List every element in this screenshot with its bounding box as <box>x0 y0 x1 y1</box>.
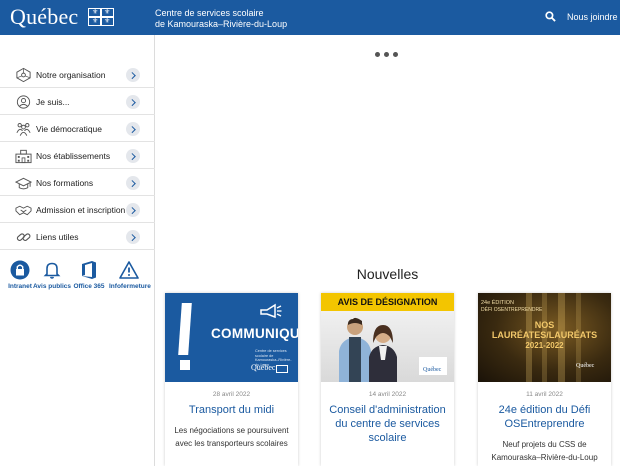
person-icon <box>16 95 31 109</box>
quick-link-office-365[interactable]: Office 365 <box>69 259 109 290</box>
chevron-right-icon <box>126 95 140 109</box>
chevron-right-icon <box>126 176 140 190</box>
news-card-title[interactable]: 24e édition du Défi OSEntreprendre <box>484 403 605 431</box>
sidebar-item-label: Admission et inscription <box>36 205 126 215</box>
search-icon[interactable] <box>545 11 556 22</box>
news-card-date: 11 avril 2022 <box>526 391 563 398</box>
sidebar-item-je-suis[interactable]: Je suis... <box>0 89 155 115</box>
network-icon <box>16 67 31 83</box>
bell-icon <box>43 262 61 279</box>
news-card-conseil[interactable]: AVIS DE DÉSIGNATION Québec 14 avril 2022… <box>321 293 454 466</box>
sidebar-item-vie-democratique[interactable]: Vie démocratique <box>0 116 155 142</box>
quick-link-infofermeture[interactable]: Infofermeture <box>109 259 151 290</box>
news-card-image: COMMUNIQUÉ Centre de services scolaire d… <box>165 293 298 382</box>
news-card-osentreprendre[interactable]: 24e ÉDITION DÉFI OSENTREPRENDRE NOS LAUR… <box>478 293 611 466</box>
graduation-cap-icon <box>15 177 32 190</box>
chevron-right-icon <box>126 203 140 217</box>
sidebar-item-admission-inscription[interactable]: Admission et inscription <box>0 197 155 223</box>
office-icon <box>82 261 96 279</box>
sidebar-item-notre-organisation[interactable]: Notre organisation <box>0 62 155 88</box>
sidebar-item-nos-formations[interactable]: Nos formations <box>0 170 155 196</box>
sidebar-item-label: Je suis... <box>36 97 70 107</box>
building-icon <box>15 149 32 164</box>
news-card-image: 24e ÉDITION DÉFI OSENTREPRENDRE NOS LAUR… <box>478 293 611 382</box>
chevron-right-icon <box>126 230 140 244</box>
sidebar-item-label: Liens utiles <box>36 232 79 242</box>
fleur-de-lis-flag-icon: ⚜ ⚜ ⚜ ⚜ <box>88 8 114 26</box>
sidebar-item-liens-utiles[interactable]: Liens utiles <box>0 224 155 250</box>
news-card-date: 28 avril 2022 <box>212 391 251 398</box>
chevron-right-icon <box>126 68 140 82</box>
quebec-logo[interactable]: Québec <box>10 4 78 30</box>
warning-icon <box>119 261 139 279</box>
news-card-transport[interactable]: COMMUNIQUÉ Centre de services scolaire d… <box>165 293 298 466</box>
loading-dots <box>375 44 402 62</box>
organization-name[interactable]: Centre de services scolaire de Kamourask… <box>155 8 287 30</box>
news-section-title: Nouvelles <box>356 266 419 282</box>
news-card-date: 14 avril 2022 <box>368 391 407 398</box>
quick-link-avis-publics[interactable]: Avis publics <box>32 259 72 290</box>
chevron-right-icon <box>126 122 140 136</box>
sidebar-item-label: Notre organisation <box>36 70 106 80</box>
lock-icon <box>10 260 30 280</box>
contact-link[interactable]: Nous joindre <box>567 12 618 22</box>
megaphone-icon <box>260 303 282 319</box>
sidebar-item-nos-etablissements[interactable]: Nos établissements <box>0 143 155 169</box>
two-people-photo <box>339 317 397 382</box>
sidebar: Notre organisation Je suis... Vie démocr… <box>0 35 155 466</box>
news-card-title[interactable]: Transport du midi <box>171 403 292 417</box>
site-header: Québec ⚜ ⚜ ⚜ ⚜ Centre de services scolaire… <box>0 0 620 35</box>
handshake-icon <box>15 205 32 216</box>
link-icon <box>16 233 31 241</box>
news-card-description: Les négociations se poursuivent avec les… <box>174 426 289 448</box>
sidebar-item-label: Nos établissements <box>36 151 111 161</box>
news-card-title[interactable]: Conseil d'administration du centre de se… <box>327 403 448 445</box>
chevron-right-icon <box>126 149 140 163</box>
news-card-image: AVIS DE DÉSIGNATION Québec <box>321 293 454 382</box>
people-icon <box>16 123 31 136</box>
sidebar-item-label: Vie démocratique <box>36 124 102 134</box>
sidebar-item-label: Nos formations <box>36 178 94 188</box>
news-card-description: Neuf projets du CSS de Kamouraska–Rivièr… <box>491 440 598 462</box>
